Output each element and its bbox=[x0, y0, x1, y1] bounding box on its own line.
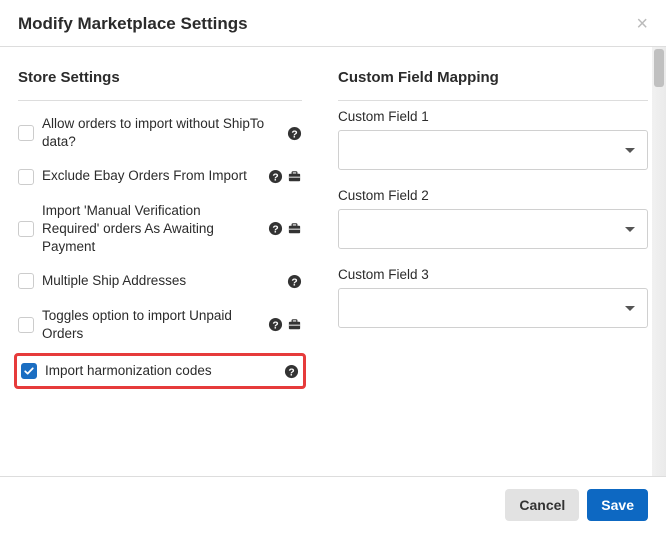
save-button[interactable]: Save bbox=[587, 489, 648, 521]
modal-body: Store Settings Allow orders to import wi… bbox=[0, 47, 666, 476]
chevron-down-icon bbox=[625, 148, 635, 153]
scroll-thumb[interactable] bbox=[654, 49, 664, 87]
close-icon[interactable]: × bbox=[636, 14, 648, 34]
modal-header: Modify Marketplace Settings × bbox=[0, 0, 666, 47]
store-settings-column: Store Settings Allow orders to import wi… bbox=[0, 51, 320, 476]
custom-fields-list: Custom Field 1 Custom Field 2 Custom Field… bbox=[338, 109, 648, 328]
svg-text:?: ? bbox=[272, 321, 278, 332]
custom-field-dropdown[interactable] bbox=[338, 288, 648, 328]
svg-text:?: ? bbox=[272, 172, 278, 183]
help-icon[interactable]: ? bbox=[287, 126, 302, 141]
setting-label: Multiple Ship Addresses bbox=[42, 272, 274, 290]
custom-field-label: Custom Field 1 bbox=[338, 109, 648, 124]
svg-text:?: ? bbox=[291, 277, 297, 288]
setting-checkbox[interactable] bbox=[18, 169, 34, 185]
svg-text:?: ? bbox=[272, 225, 278, 236]
setting-label: Import harmonization codes bbox=[45, 362, 271, 380]
setting-row-icons: ? bbox=[268, 317, 302, 332]
svg-text:?: ? bbox=[288, 367, 294, 378]
store-settings-list: Allow orders to import without ShipTo da… bbox=[18, 107, 302, 389]
highlight-box: Import harmonization codes? bbox=[14, 353, 306, 389]
setting-checkbox[interactable] bbox=[18, 125, 34, 141]
chevron-down-icon bbox=[625, 227, 635, 232]
custom-field-label: Custom Field 3 bbox=[338, 267, 648, 282]
setting-row: Multiple Ship Addresses? bbox=[18, 264, 302, 298]
vertical-scrollbar[interactable] bbox=[652, 47, 666, 476]
setting-label: Allow orders to import without ShipTo da… bbox=[42, 115, 274, 151]
modal-title: Modify Marketplace Settings bbox=[18, 14, 248, 34]
setting-row: Exclude Ebay Orders From Import? bbox=[18, 159, 302, 193]
custom-field-label: Custom Field 2 bbox=[338, 188, 648, 203]
briefcase-icon[interactable] bbox=[287, 169, 302, 184]
custom-field-mapping-heading: Custom Field Mapping bbox=[338, 61, 648, 101]
custom-field-dropdown[interactable] bbox=[338, 209, 648, 249]
custom-field-group: Custom Field 1 bbox=[338, 109, 648, 170]
setting-label: Toggles option to import Unpaid Orders bbox=[42, 307, 260, 343]
custom-field-group: Custom Field 2 bbox=[338, 188, 648, 249]
help-icon[interactable]: ? bbox=[268, 169, 283, 184]
setting-row: Allow orders to import without ShipTo da… bbox=[18, 107, 302, 159]
setting-label: Import 'Manual Verification Required' or… bbox=[42, 202, 260, 257]
setting-row-icons: ? bbox=[279, 364, 299, 379]
setting-checkbox[interactable] bbox=[18, 221, 34, 237]
setting-checkbox[interactable] bbox=[21, 363, 37, 379]
modal-footer: Cancel Save bbox=[0, 476, 666, 533]
setting-checkbox[interactable] bbox=[18, 317, 34, 333]
help-icon[interactable]: ? bbox=[268, 221, 283, 236]
setting-row: Import 'Manual Verification Required' or… bbox=[18, 194, 302, 265]
custom-field-mapping-column: Custom Field Mapping Custom Field 1Custo… bbox=[320, 51, 666, 476]
setting-row-icons: ? bbox=[282, 126, 302, 141]
setting-row: Toggles option to import Unpaid Orders? bbox=[18, 299, 302, 351]
setting-checkbox[interactable] bbox=[18, 273, 34, 289]
setting-row-icons: ? bbox=[268, 169, 302, 184]
setting-label: Exclude Ebay Orders From Import bbox=[42, 167, 260, 185]
help-icon[interactable]: ? bbox=[284, 364, 299, 379]
briefcase-icon[interactable] bbox=[287, 221, 302, 236]
custom-field-dropdown[interactable] bbox=[338, 130, 648, 170]
store-settings-heading: Store Settings bbox=[18, 61, 302, 101]
cancel-button[interactable]: Cancel bbox=[505, 489, 579, 521]
setting-row: Import harmonization codes? bbox=[21, 358, 299, 384]
setting-row-icons: ? bbox=[282, 274, 302, 289]
svg-text:?: ? bbox=[291, 129, 297, 140]
modal: Modify Marketplace Settings × Store Sett… bbox=[0, 0, 666, 533]
briefcase-icon[interactable] bbox=[287, 317, 302, 332]
setting-row-icons: ? bbox=[268, 221, 302, 236]
chevron-down-icon bbox=[625, 306, 635, 311]
help-icon[interactable]: ? bbox=[268, 317, 283, 332]
help-icon[interactable]: ? bbox=[287, 274, 302, 289]
custom-field-group: Custom Field 3 bbox=[338, 267, 648, 328]
